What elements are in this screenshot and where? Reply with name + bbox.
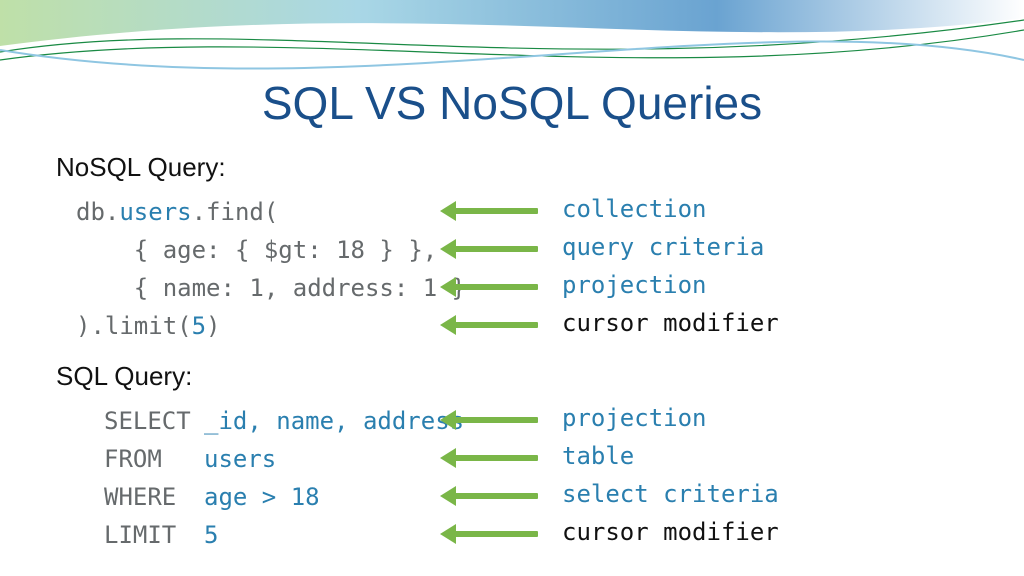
annotation: collection [562,195,707,223]
sql-label: SQL Query: [56,361,976,392]
arrow-icon [454,284,538,290]
slide-body: NoSQL Query: db.users.find( { age: { $gt… [56,152,976,570]
annotation: query criteria [562,233,764,261]
arrow-icon [454,493,538,499]
token: FROM [104,440,204,478]
token: SELECT [104,402,204,440]
arrow-icon [454,246,538,252]
nosql-diagram: db.users.find( { age: { $gt: 18 } }, { n… [56,193,976,347]
token: db. [76,198,119,226]
token: age > 18 [204,483,320,511]
arrow-icon [454,208,538,214]
sql-code: SELECT_id, name, address FROMusers WHERE… [104,402,474,554]
arrow-icon [454,417,538,423]
annotation: select criteria [562,480,779,508]
sql-diagram: SELECT_id, name, address FROMusers WHERE… [56,402,976,556]
token: LIMIT [104,516,204,554]
annotation: cursor modifier [562,309,779,337]
token: 5 [192,312,206,340]
token: users [119,198,191,226]
token: ) [206,312,220,340]
annotation: projection [562,404,707,432]
token: .find( [192,198,279,226]
code-line: { age: { $gt: 18 } }, [76,231,476,269]
code-line: ).limit(5) [76,307,476,345]
token: ).limit( [76,312,192,340]
code-line: LIMIT5 [104,516,474,554]
token: 5 [204,521,218,549]
slide-title: SQL VS NoSQL Queries [0,76,1024,130]
nosql-label: NoSQL Query: [56,152,976,183]
code-line: { name: 1, address: 1 } [76,269,476,307]
annotation: table [562,442,634,470]
arrow-icon [454,322,538,328]
token: _id, name, address [204,407,464,435]
annotation: projection [562,271,707,299]
arrow-icon [454,531,538,537]
code-line: WHEREage > 18 [104,478,474,516]
nosql-code: db.users.find( { age: { $gt: 18 } }, { n… [76,193,476,345]
code-line: SELECT_id, name, address [104,402,474,440]
token: users [204,445,276,473]
code-line: FROMusers [104,440,474,478]
arrow-icon [454,455,538,461]
token: WHERE [104,478,204,516]
code-line: db.users.find( [76,193,476,231]
annotation: cursor modifier [562,518,779,546]
